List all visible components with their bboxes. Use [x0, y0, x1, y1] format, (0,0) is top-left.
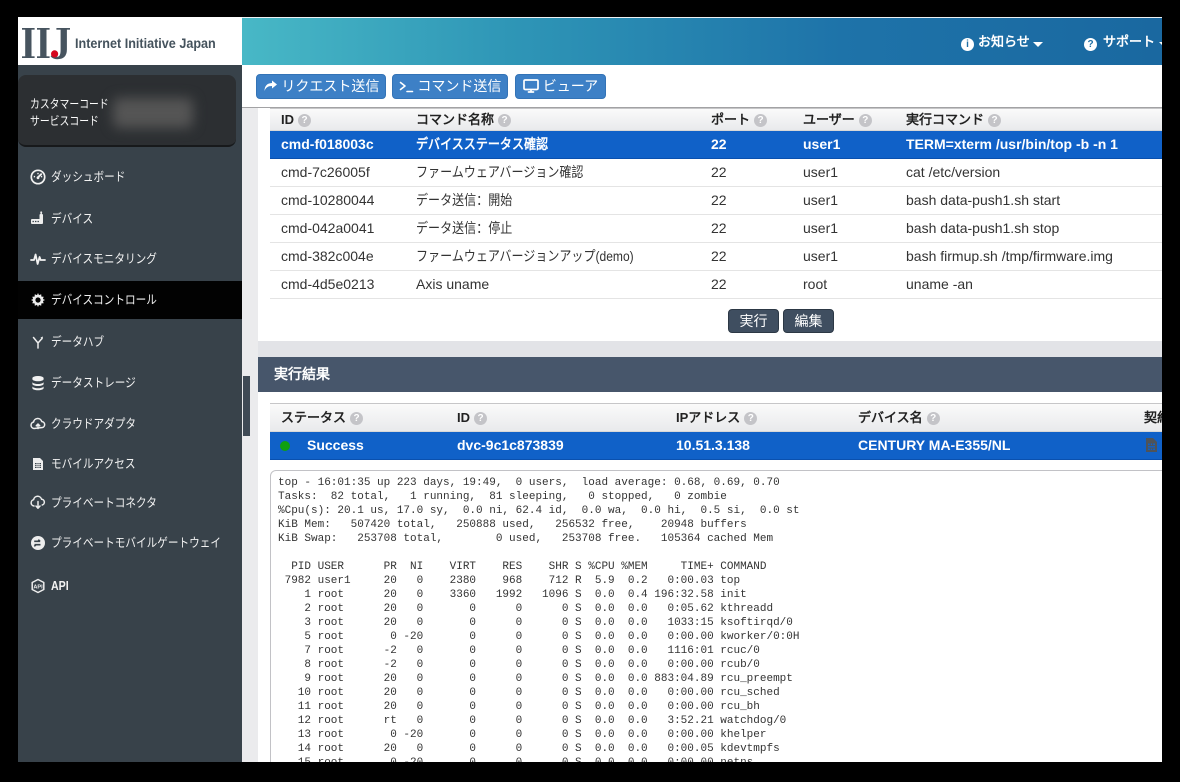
svg-text:API: API: [33, 585, 43, 591]
